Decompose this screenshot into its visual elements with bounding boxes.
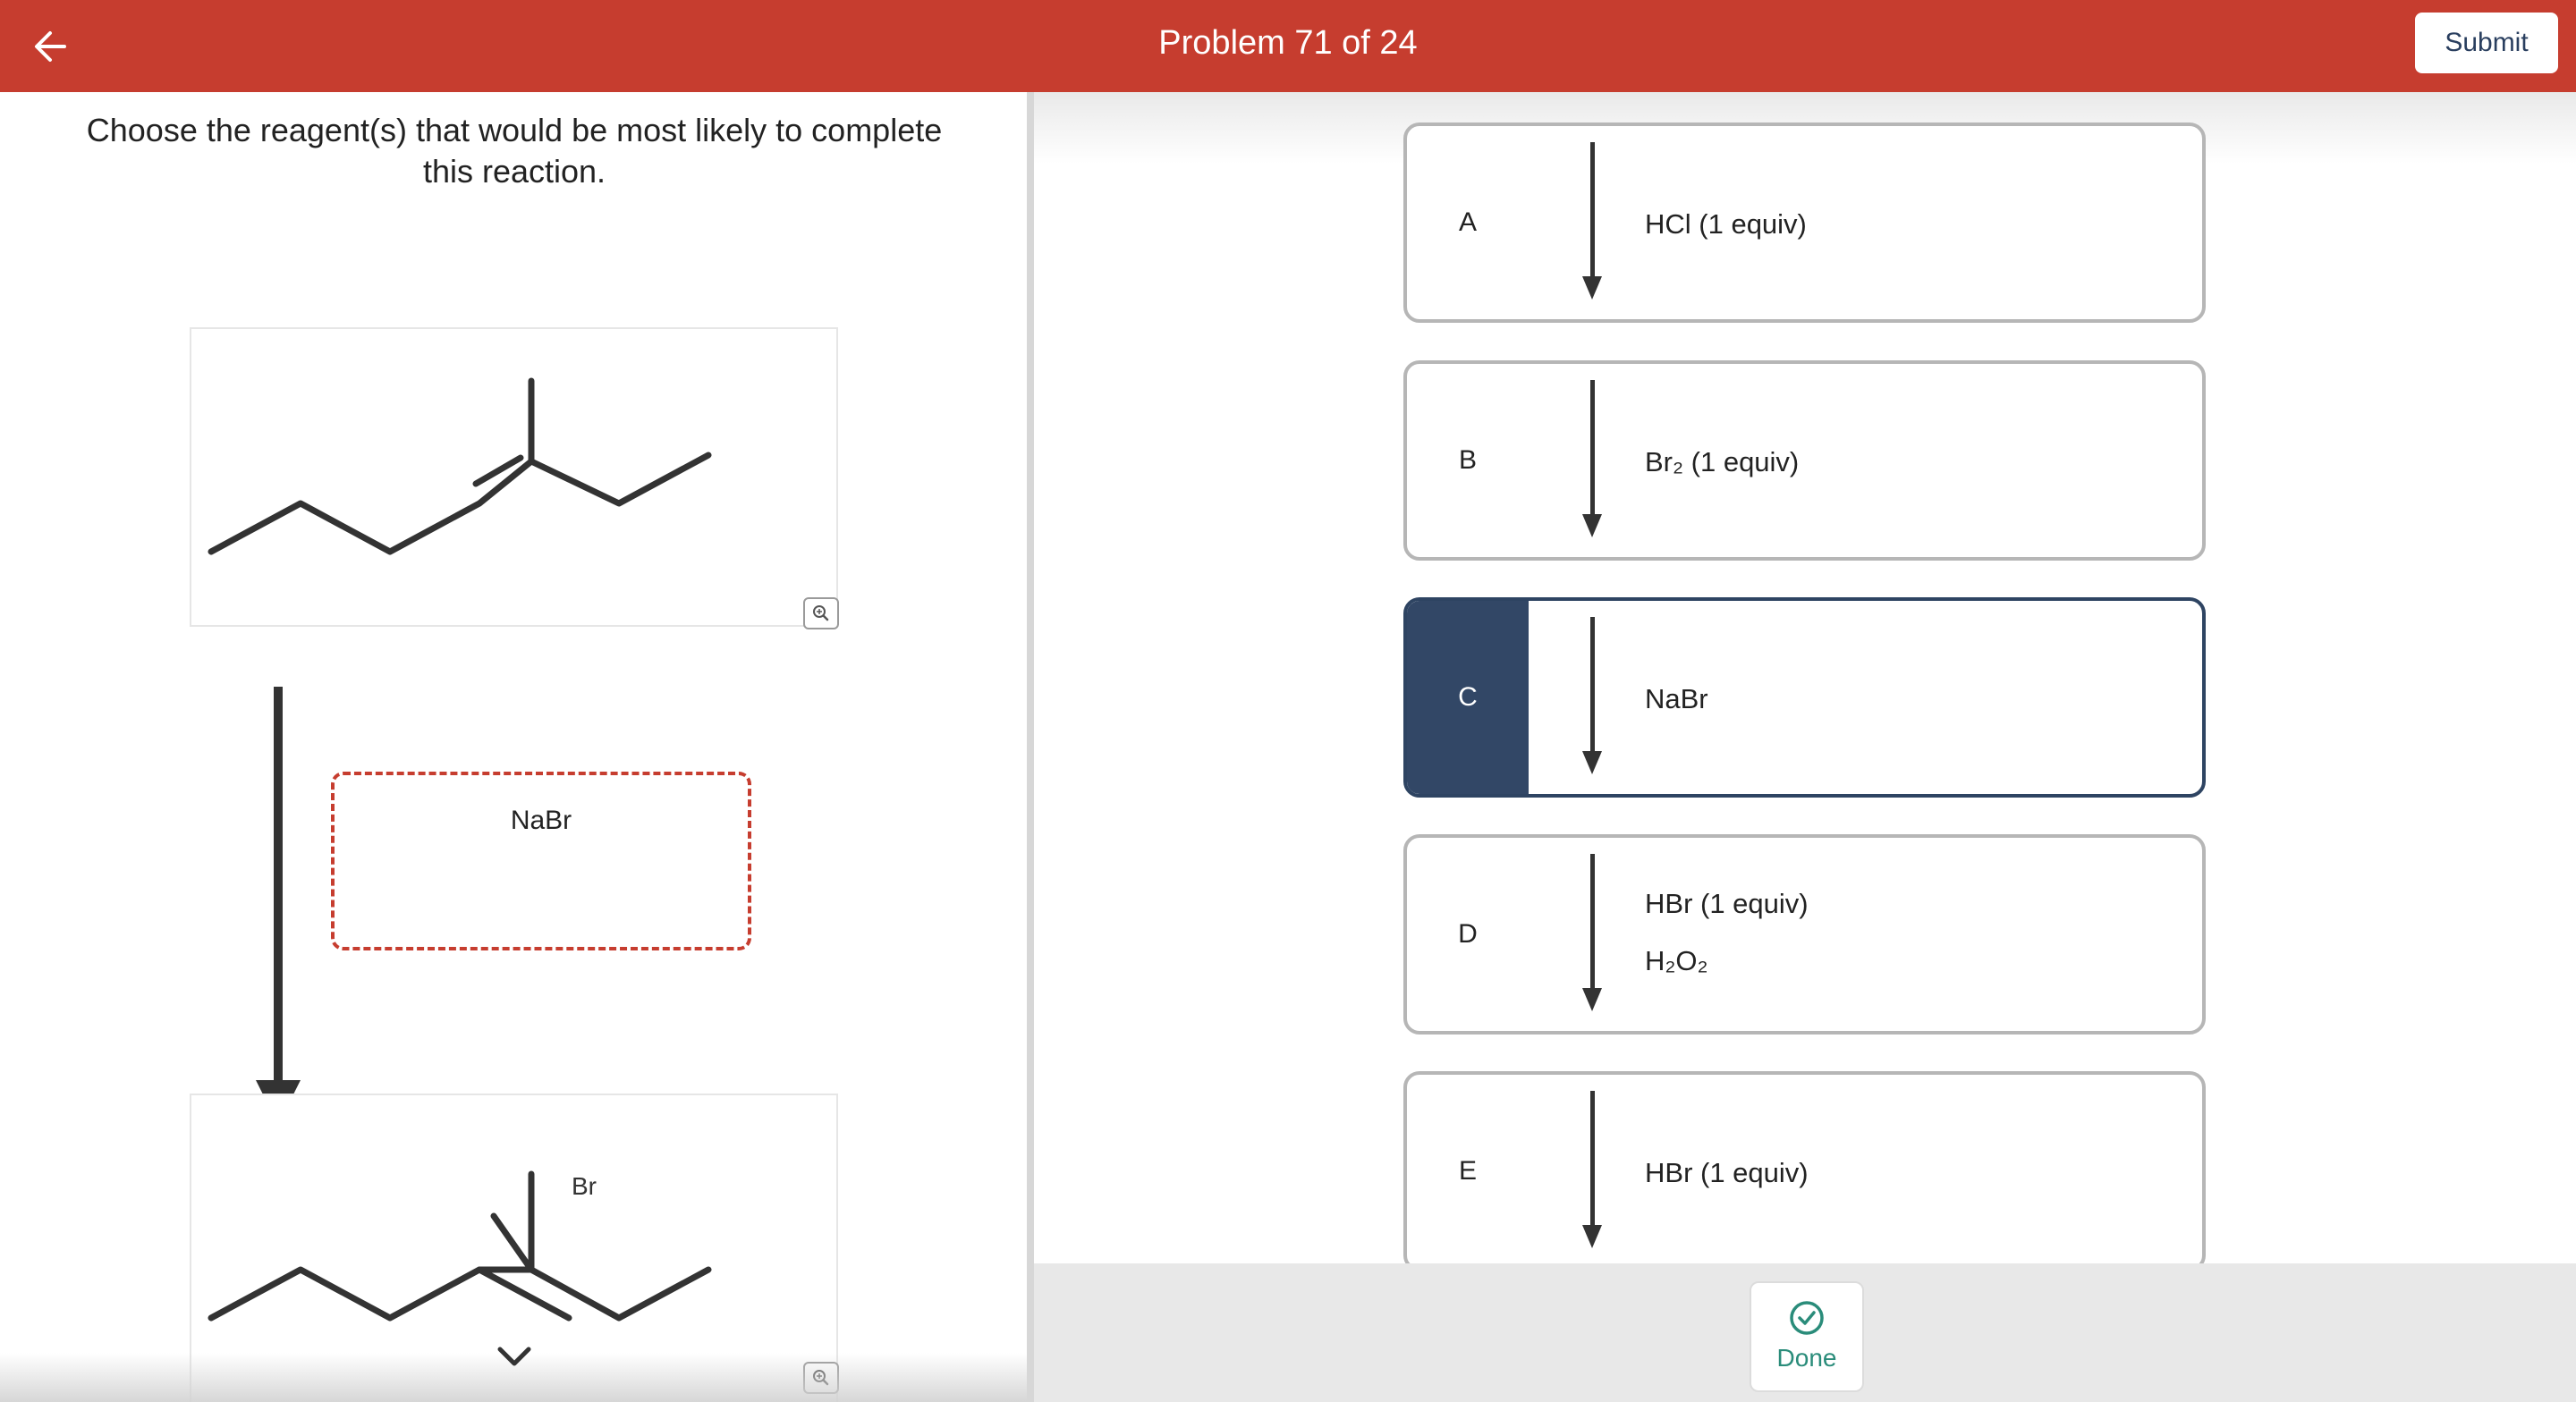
reaction-arrow-icon: [1582, 617, 1602, 774]
option-reagent: Br₂ (1 equiv): [1645, 446, 1800, 477]
reaction-arrow-icon: [1582, 142, 1602, 300]
starting-material-box: [190, 327, 839, 629]
option-letter: D: [1458, 919, 1478, 949]
done-button[interactable]: Done: [1750, 1281, 1864, 1392]
option-d[interactable]: D HBr (1 equiv) H₂O₂: [1403, 834, 2206, 1035]
option-letter-cell: E: [1407, 1075, 1529, 1268]
option-e[interactable]: E HBr (1 equiv): [1403, 1071, 2206, 1271]
option-a[interactable]: A HCl (1 equiv): [1403, 122, 2206, 323]
option-letter: E: [1458, 1156, 1477, 1186]
reaction-arrow-icon: [1582, 854, 1602, 1011]
zoom-in-icon: [813, 1370, 829, 1386]
panel-divider: [1027, 92, 1034, 1402]
zoom-in-icon: [813, 605, 829, 621]
bromine-label: Br: [572, 1172, 597, 1200]
option-reagent: HCl (1 equiv): [1645, 208, 1807, 240]
reaction-arrow-icon: [1582, 380, 1602, 537]
option-reagent: HBr (1 equiv): [1645, 888, 1809, 919]
zoom-starting-material-button[interactable]: [803, 597, 839, 629]
reaction-arrow-icon: [1582, 1091, 1602, 1248]
option-letter-cell: C: [1407, 601, 1529, 794]
back-button[interactable]: [25, 20, 79, 73]
option-letter-cell: A: [1407, 126, 1529, 319]
reagent-drop-zone[interactable]: [331, 772, 751, 950]
starting-material-structure: [208, 377, 712, 555]
option-letter: C: [1458, 682, 1478, 712]
option-reagent: H₂O₂: [1645, 945, 1708, 976]
question-prompt: Choose the reagent(s) that would be most…: [86, 112, 943, 190]
question-panel: Choose the reagent(s) that would be most…: [0, 92, 1027, 1402]
option-letter: B: [1458, 445, 1477, 475]
zoom-product-button[interactable]: [803, 1362, 839, 1394]
option-letter: A: [1458, 207, 1477, 237]
check-circle-icon: [1790, 1301, 1824, 1335]
top-bar: Problem 71 of 24 Submit: [0, 0, 2576, 92]
options-panel: A HCl (1 equiv) B Br₂ (1 equiv) C NaBr D…: [1034, 92, 2576, 1402]
reaction-arrow: [256, 687, 301, 1125]
option-letter-cell: D: [1407, 838, 1529, 1031]
chevron-down-icon[interactable]: [495, 1344, 534, 1371]
selected-reagent-label: NaBr: [510, 806, 572, 835]
option-c[interactable]: C NaBr: [1403, 597, 2206, 798]
page-title: Problem 71 of 24: [1158, 24, 1418, 62]
arrow-left-icon: [35, 31, 66, 62]
bottom-bar: Done: [1034, 1263, 2576, 1402]
option-b[interactable]: B Br₂ (1 equiv): [1403, 360, 2206, 561]
submit-button[interactable]: Submit: [2415, 13, 2558, 73]
option-letter-cell: B: [1407, 364, 1529, 557]
done-label: Done: [1776, 1344, 1837, 1372]
option-reagent: HBr (1 equiv): [1645, 1157, 1809, 1188]
option-reagent: NaBr: [1645, 683, 1708, 714]
